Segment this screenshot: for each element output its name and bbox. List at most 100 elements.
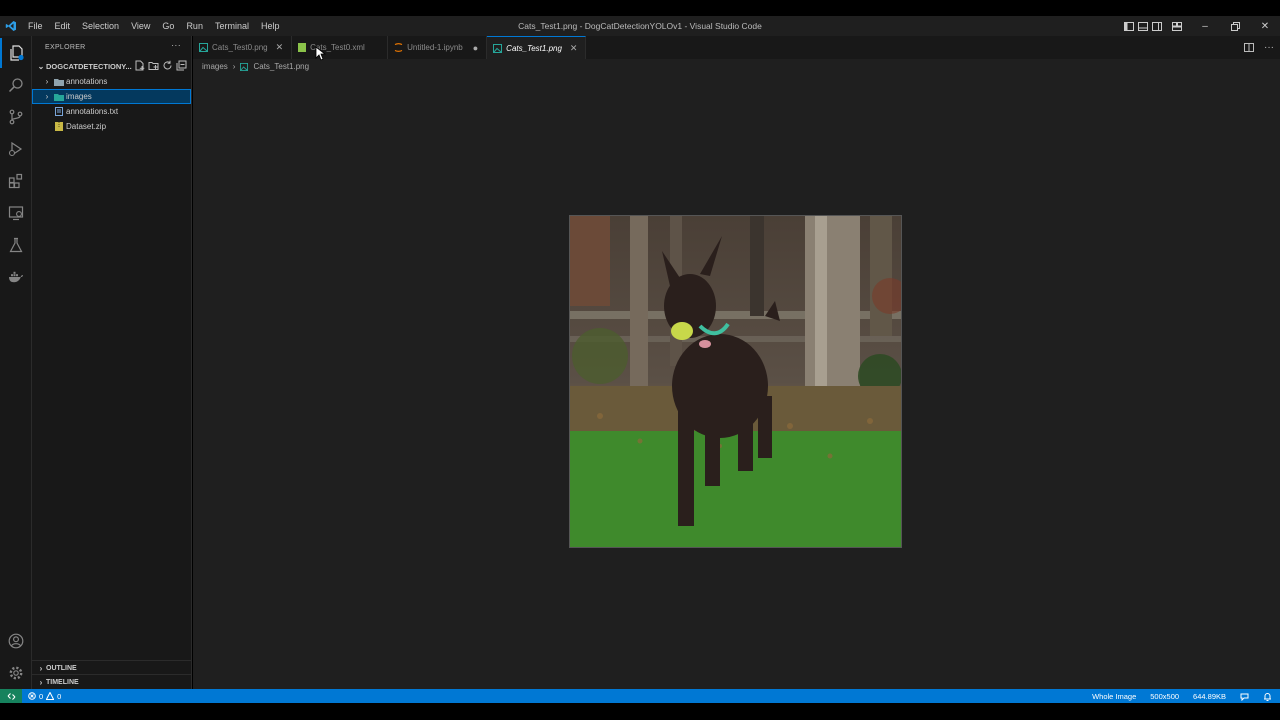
image-icon [493,43,503,53]
close-icon[interactable]: ✕ [276,42,284,53]
customize-layout-icon[interactable] [1170,16,1184,36]
search-icon[interactable] [0,70,32,100]
split-editor-icon[interactable] [1244,43,1254,52]
remote-explorer-icon[interactable] [0,198,32,228]
zoom-status[interactable]: Whole Image [1092,692,1136,701]
project-folder-header[interactable]: ⌄ DOGCATDETECTIONY... [32,58,191,74]
tab-label: Untitled-1.ipynb [407,43,463,52]
tab-cats-test0-png[interactable]: Cats_Test0.png ✕ [193,36,293,59]
problems-status[interactable]: 0 0 [22,692,61,701]
explorer-actions [134,60,187,71]
activity-bar [0,36,32,689]
timeline-section[interactable]: › TIMELINE [32,674,192,689]
tree-item-label: images [66,92,92,101]
xml-icon [298,43,307,52]
menu-bar: File Edit Selection View Go Run Terminal… [22,16,285,36]
menu-file[interactable]: File [22,16,49,36]
chevron-right-icon: › [232,62,236,71]
close-icon[interactable]: ✕ [570,43,578,54]
more-actions-icon[interactable]: ··· [1264,42,1274,53]
new-folder-icon[interactable] [148,60,159,71]
timeline-label: TIMELINE [46,678,79,686]
tab-label: Cats_Test1.png [506,43,562,53]
chevron-right-icon: › [45,77,49,86]
menu-run[interactable]: Run [180,16,209,36]
tree-item-annotations[interactable]: › annotations [32,74,191,89]
notebook-icon [394,43,403,52]
image-editor [193,74,1280,689]
minimize-button[interactable]: – [1190,16,1220,36]
menu-view[interactable]: View [125,16,156,36]
unsaved-dot-icon[interactable]: ● [473,43,478,53]
image-icon [199,43,208,52]
toggle-panel-icon[interactable] [1136,16,1150,36]
warning-count: 0 [57,691,62,701]
bottom-letterbox [0,703,1280,720]
title-actions: – ✕ [1122,16,1280,36]
breadcrumb-file[interactable]: Cats_Test1.png [253,62,309,71]
settings-gear-icon[interactable] [0,658,32,688]
menu-go[interactable]: Go [156,16,180,36]
docker-icon[interactable] [0,262,32,292]
new-file-icon[interactable] [134,60,145,71]
notifications-bell-icon[interactable] [1263,692,1272,701]
sidebar-header: EXPLORER ··· [32,36,191,58]
menu-selection[interactable]: Selection [76,16,125,36]
run-and-debug-icon[interactable] [0,134,32,164]
tab-cats-test0-xml[interactable]: Cats_Test0.xml [292,36,389,59]
sidebar-title: EXPLORER [45,43,86,51]
explorer-icon[interactable] [0,38,32,68]
tree-item-dataset-zip[interactable]: Dataset.zip [32,119,191,134]
editor-actions: ··· [1244,36,1274,59]
accounts-icon[interactable] [0,626,32,656]
chevron-right-icon: › [45,92,49,101]
dog-photo [570,216,901,547]
image-size: 644.89KB [1193,691,1226,701]
close-window-button[interactable]: ✕ [1250,16,1280,36]
vscode-logo-icon [0,16,22,36]
explorer-sidebar: EXPLORER ··· ⌄ DOGCATDETECTIONY... › ann… [32,36,192,689]
top-letterbox [0,0,1280,16]
image-icon [240,62,249,71]
image-folder-icon [52,93,66,101]
error-count: 0 [39,691,44,701]
folder-icon [52,78,66,86]
toggle-secondary-sidebar-icon[interactable] [1150,16,1164,36]
tree-item-label: annotations [66,77,108,86]
remote-indicator-icon[interactable] [0,689,22,703]
collapse-all-icon[interactable] [176,60,187,71]
outline-label: OUTLINE [46,664,77,672]
tree-item-images[interactable]: › images [32,89,191,104]
menu-terminal[interactable]: Terminal [209,16,255,36]
image-preview[interactable] [569,215,902,548]
warning-icon [46,692,55,700]
tab-cats-test1-png[interactable]: Cats_Test1.png ✕ [487,36,587,59]
breadcrumb-folder[interactable]: images [202,62,228,71]
outline-section[interactable]: › OUTLINE [32,660,192,675]
feedback-icon[interactable] [1240,692,1249,701]
project-name: DOGCATDETECTIONY... [46,61,132,71]
error-icon [28,692,36,700]
status-bar: 0 0 Whole Image 500x500 644.89KB [0,689,1280,703]
testing-icon[interactable] [0,230,32,260]
restore-button[interactable] [1220,16,1250,36]
toggle-primary-sidebar-icon[interactable] [1122,16,1136,36]
editor-tabs: Cats_Test0.png ✕ Cats_Test0.xml Untitled… [193,36,1280,59]
extensions-icon[interactable] [0,166,32,196]
more-actions-icon[interactable]: ··· [171,40,181,50]
chevron-down-icon: ⌄ [37,61,45,71]
title-bar: File Edit Selection View Go Run Terminal… [0,16,1280,36]
tree-item-annotations-txt[interactable]: annotations.txt [32,104,191,119]
mouse-cursor-icon [315,46,327,66]
tree-item-label: Dataset.zip [66,122,107,131]
status-right: Whole Image 500x500 644.89KB [1092,689,1272,703]
menu-edit[interactable]: Edit [49,16,77,36]
text-file-icon [52,107,66,116]
tab-untitled-1-ipynb[interactable]: Untitled-1.ipynb ● [388,36,488,59]
zip-file-icon [52,122,66,131]
source-control-icon[interactable] [0,102,32,132]
tab-label: Cats_Test0.png [212,43,268,52]
chevron-right-icon: › [39,663,43,673]
refresh-icon[interactable] [162,60,173,71]
menu-help[interactable]: Help [255,16,286,36]
